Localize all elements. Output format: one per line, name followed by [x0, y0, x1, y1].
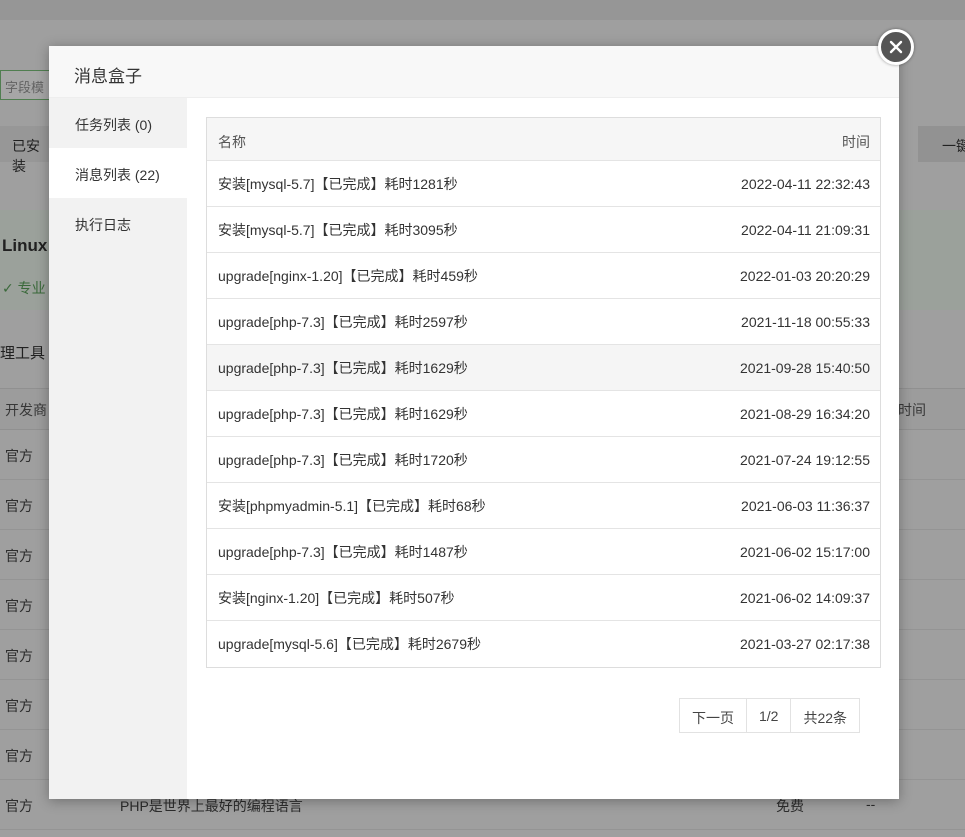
dialog-header: 消息盒子 [49, 46, 899, 98]
table-row[interactable]: 安装[phpmyadmin-5.1]【已完成】耗时68秒 2021-06-03 1… [207, 483, 880, 529]
table-header: 名称 时间 [207, 118, 880, 161]
message-name: upgrade[php-7.3]【已完成】耗时1487秒 [218, 544, 468, 560]
sidebar-item-exec-log[interactable]: 执行日志 [49, 198, 187, 248]
message-time: 2021-03-27 02:17:38 [740, 636, 870, 652]
table-row[interactable]: upgrade[php-7.3]【已完成】耗时1720秒 2021-07-24 1… [207, 437, 880, 483]
dialog-sidebar: 任务列表 (0) 消息列表 (22) 执行日志 [49, 98, 187, 799]
sidebar-item-tasks[interactable]: 任务列表 (0) [49, 98, 187, 148]
message-name: upgrade[php-7.3]【已完成】耗时1720秒 [218, 452, 468, 468]
message-name: upgrade[php-7.3]【已完成】耗时1629秒 [218, 360, 468, 376]
table-row[interactable]: upgrade[php-7.3]【已完成】耗时1487秒 2021-06-02 1… [207, 529, 880, 575]
message-name: 安装[mysql-5.7]【已完成】耗时3095秒 [218, 222, 458, 238]
close-icon [889, 40, 903, 54]
table-row[interactable]: upgrade[nginx-1.20]【已完成】耗时459秒 2022-01-03… [207, 253, 880, 299]
message-time: 2021-06-02 15:17:00 [740, 544, 870, 560]
dialog-title: 消息盒子 [74, 67, 142, 86]
message-box-dialog: 消息盒子 任务列表 (0) 消息列表 (22) 执行日志 名称 时间 安装[my… [49, 46, 899, 799]
message-name: 安装[mysql-5.7]【已完成】耗时1281秒 [218, 176, 458, 192]
message-time: 2021-09-28 15:40:50 [740, 360, 870, 376]
page-indicator: 1/2 [747, 699, 792, 732]
table-row[interactable]: upgrade[php-7.3]【已完成】耗时1629秒 2021-08-29 1… [207, 391, 880, 437]
message-time: 2021-08-29 16:34:20 [740, 406, 870, 422]
message-name: upgrade[nginx-1.20]【已完成】耗时459秒 [218, 268, 478, 284]
close-dialog-button[interactable] [878, 29, 914, 65]
table-row[interactable]: 安装[nginx-1.20]【已完成】耗时507秒 2021-06-02 14:0… [207, 575, 880, 621]
message-name: 安装[nginx-1.20]【已完成】耗时507秒 [218, 590, 455, 606]
table-row[interactable]: upgrade[mysql-5.6]【已完成】耗时2679秒 2021-03-27… [207, 621, 880, 667]
message-time: 2021-06-03 11:36:37 [741, 498, 870, 514]
table-row[interactable]: 安装[mysql-5.7]【已完成】耗时1281秒 2022-04-11 22:3… [207, 161, 880, 207]
table-row[interactable]: upgrade[php-7.3]【已完成】耗时2597秒 2021-11-18 0… [207, 299, 880, 345]
message-time: 2022-04-11 21:09:31 [741, 222, 870, 238]
column-name: 名称 [218, 134, 246, 150]
message-time: 2021-06-02 14:09:37 [740, 590, 870, 606]
message-name: upgrade[php-7.3]【已完成】耗时2597秒 [218, 314, 468, 330]
next-page-button[interactable]: 下一页 [680, 699, 747, 732]
message-name: upgrade[mysql-5.6]【已完成】耗时2679秒 [218, 636, 481, 652]
total-count: 共22条 [803, 710, 848, 726]
message-name: 安装[phpmyadmin-5.1]【已完成】耗时68秒 [218, 498, 486, 514]
pagination: 下一页 1/2 共22条 [679, 698, 861, 733]
table-row[interactable]: upgrade[php-7.3]【已完成】耗时1629秒 2021-09-28 1… [207, 345, 880, 391]
message-table: 名称 时间 安装[mysql-5.7]【已完成】耗时1281秒 2022-04-1… [206, 117, 881, 668]
sidebar-item-messages[interactable]: 消息列表 (22) [49, 148, 187, 198]
message-time: 2022-04-11 22:32:43 [741, 176, 870, 192]
table-row[interactable]: 安装[mysql-5.7]【已完成】耗时3095秒 2022-04-11 21:0… [207, 207, 880, 253]
message-name: upgrade[php-7.3]【已完成】耗时1629秒 [218, 406, 468, 422]
message-time: 2021-07-24 19:12:55 [740, 452, 870, 468]
message-time: 2021-11-18 00:55:33 [741, 314, 870, 330]
column-time: 时间 [842, 134, 870, 150]
message-time: 2022-01-03 20:20:29 [740, 268, 870, 284]
